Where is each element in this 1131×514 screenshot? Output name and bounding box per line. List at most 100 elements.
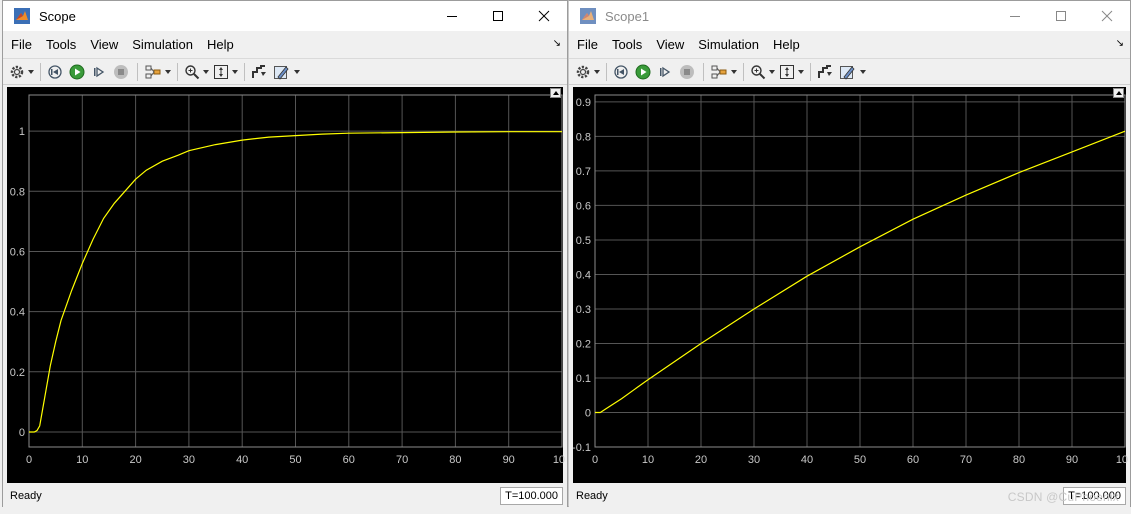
step-forward-button[interactable] [657,64,675,80]
matlab-logo-icon [580,8,596,24]
stop-icon [114,64,128,79]
minimize-icon [447,16,457,17]
minimize-icon [1010,16,1020,17]
close-button[interactable] [521,1,567,31]
status-text: Ready [576,490,608,502]
stop-button[interactable] [113,64,131,80]
title-bar[interactable]: Scope [3,1,567,31]
y-tick-label: 0.2 [576,338,591,350]
y-tick-label: 0.6 [10,246,25,258]
y-tick-label: 0.2 [10,367,25,379]
x-tick-label: 30 [748,454,760,466]
menu-file[interactable]: File [11,37,32,52]
menu-help[interactable]: Help [773,37,800,52]
y-tick-label: 0.5 [576,235,591,247]
y-tick-label: 0.9 [576,97,591,109]
scope-window: Scope File Tools View Simulation Help ↘ [2,0,568,507]
step-back-button[interactable] [613,64,631,80]
menu-tools[interactable]: Tools [612,37,642,52]
x-tick-label: 90 [503,454,515,466]
menu-help[interactable]: Help [207,37,234,52]
autoscale-icon [214,64,228,79]
x-tick-label: 70 [396,454,408,466]
highlight-block-button[interactable] [817,64,835,80]
y-tick-label: 0.8 [10,186,25,198]
menu-view[interactable]: View [90,37,118,52]
x-tick-label: 20 [129,454,141,466]
style-icon [274,65,289,80]
x-tick-label: 100 [1116,454,1128,466]
menu-simulation[interactable]: Simulation [698,37,759,52]
step-forward-button[interactable] [91,64,109,80]
title-bar[interactable]: Scope1 [569,1,1130,31]
step-forward-icon [94,66,105,77]
menu-bar: File Tools View Simulation Help [3,31,567,57]
undock-axes-icon[interactable] [1113,88,1124,98]
highlight-block-button[interactable] [251,64,269,80]
menu-file[interactable]: File [577,37,598,52]
scope1-plot-area[interactable]: 0102030405060708090100-0.100.10.20.30.40… [573,87,1128,483]
zoom-icon [185,64,200,79]
scope1-axes: 0102030405060708090100-0.100.10.20.30.40… [573,94,1128,466]
scope-axes: 0 10 20 30 40 50 60 70 80 90 100 0 0.2 0.4 0.6 0.8 1 [10,94,565,466]
signal-selector-icon [711,65,727,78]
y-tick-label: -0.1 [573,442,591,454]
gear-icon [10,65,24,78]
highlight-block-icon [818,64,832,78]
scale-axes-button[interactable] [213,64,238,80]
simulation-time: T=100.000 [500,487,563,505]
dock-arrow-icon[interactable]: ↘ [553,38,561,49]
zoom-button[interactable] [750,64,775,80]
y-tick-label: 0.8 [576,131,591,143]
signal-selector-button[interactable] [710,64,737,80]
x-tick-label: 80 [1013,454,1025,466]
style-button[interactable] [839,64,866,80]
run-button[interactable] [635,64,653,80]
scope-plot-area[interactable]: 0 10 20 30 40 50 60 70 80 90 100 0 0.2 0.4 0.6 0.8 1 [7,87,565,483]
menu-simulation[interactable]: Simulation [132,37,193,52]
autoscale-icon [780,64,794,79]
y-tick-label: 0 [585,407,591,419]
configuration-button[interactable] [575,64,600,80]
window-title: Scope [39,8,76,24]
y-tick-label: 0.3 [576,304,591,316]
watermark: CSDN @CuPhoenix [1007,490,1119,504]
run-button[interactable] [69,64,87,80]
maximize-button[interactable] [1038,1,1084,31]
step-forward-icon [660,66,671,77]
step-back-button[interactable] [47,64,65,80]
gear-icon [576,65,590,78]
y-tick-label: 0.6 [576,200,591,212]
x-tick-label: 40 [801,454,813,466]
minimize-button[interactable] [992,1,1038,31]
x-tick-label: 10 [642,454,654,466]
step-back-icon [614,64,628,79]
zoom-button[interactable] [184,64,209,80]
undock-axes-icon[interactable] [550,88,561,98]
menu-view[interactable]: View [656,37,684,52]
menu-tools[interactable]: Tools [46,37,76,52]
close-icon [1101,10,1113,22]
highlight-block-icon [252,64,266,78]
y-tick-label: 0 [19,427,25,439]
minimize-button[interactable] [429,1,475,31]
y-tick-label: 1 [19,126,25,138]
x-tick-label: 90 [1066,454,1078,466]
dock-arrow-icon[interactable]: ↘ [1116,38,1124,49]
scale-axes-button[interactable] [779,64,804,80]
stop-button[interactable] [679,64,697,80]
scope1-window: Scope1 File Tools View Simulation Help ↘ [568,0,1131,507]
toolbar [569,58,1130,85]
style-button[interactable] [273,64,300,80]
zoom-icon [751,64,766,79]
maximize-button[interactable] [475,1,521,31]
configuration-button[interactable] [9,64,34,80]
x-tick-label: 30 [183,454,195,466]
signal-selector-button[interactable] [144,64,171,80]
toolbar [3,58,567,85]
matlab-logo-icon [14,8,30,24]
close-button[interactable] [1084,1,1130,31]
run-icon [635,64,651,79]
x-tick-label: 50 [854,454,866,466]
y-tick-label: 0.1 [576,373,591,385]
